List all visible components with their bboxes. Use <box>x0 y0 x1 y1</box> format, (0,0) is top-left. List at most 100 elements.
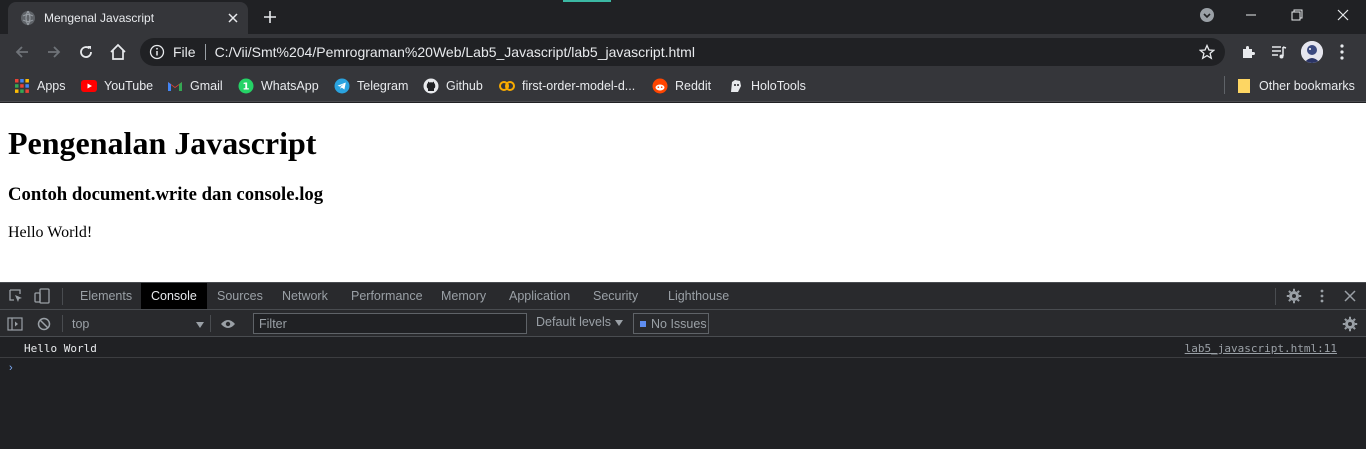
bookmark-apps[interactable]: Apps <box>14 74 66 98</box>
bookmark-label: Gmail <box>190 79 223 93</box>
address-bar[interactable]: File C:/Vii/Smt%204/Pemrograman%20Web/La… <box>140 38 1225 66</box>
tab-sources[interactable]: Sources <box>207 283 273 309</box>
devtools-tab-bar: Elements Console Sources Network Perform… <box>0 283 1366 310</box>
window-drag-indicator <box>563 0 611 2</box>
bookmark-star-icon[interactable] <box>1195 40 1219 64</box>
other-bookmarks-folder[interactable]: Other bookmarks <box>1236 74 1355 98</box>
console-divider <box>62 315 63 332</box>
youtube-icon <box>81 78 97 94</box>
issues-icon <box>640 320 646 327</box>
chevron-down-icon <box>615 315 624 329</box>
tab-elements[interactable]: Elements <box>70 283 142 309</box>
devtools-divider <box>1275 288 1276 305</box>
bookmark-youtube[interactable]: YouTube <box>81 74 153 98</box>
console-toolbar: top Filter Default levels No Issues <box>0 310 1366 337</box>
devtools-menu-icon[interactable] <box>1313 287 1331 305</box>
bookmark-gmail[interactable]: Gmail <box>167 74 223 98</box>
execution-context-value: top <box>72 317 90 331</box>
device-toolbar-icon[interactable] <box>33 287 51 305</box>
omnibox-divider <box>204 44 206 60</box>
page-heading: Pengenalan Javascript <box>8 125 317 161</box>
bookmark-whatsapp[interactable]: 1 WhatsApp <box>238 74 319 98</box>
tab-security[interactable]: Security <box>583 283 648 309</box>
log-levels-dropdown[interactable]: Default levels <box>536 315 624 329</box>
new-tab-button[interactable] <box>258 6 282 28</box>
console-message: Hello World lab5_javascript.html:11 <box>0 339 1366 358</box>
clear-console-icon[interactable] <box>35 315 53 333</box>
bookmark-label: YouTube <box>104 79 154 93</box>
tab-performance[interactable]: Performance <box>341 283 433 309</box>
log-levels-label: Default levels <box>536 315 612 329</box>
settings-gear-icon[interactable] <box>1285 287 1303 305</box>
issues-counter-button[interactable]: No Issues <box>633 313 709 334</box>
browser-toolbar: File C:/Vii/Smt%204/Pemrograman%20Web/La… <box>0 34 1366 70</box>
extensions-icon[interactable] <box>1234 38 1262 66</box>
info-icon[interactable] <box>149 44 165 60</box>
bookmark-label: first-order-model-d... <box>522 79 636 93</box>
tab-application[interactable]: Application <box>499 283 580 309</box>
console-source-link[interactable]: lab5_javascript.html:11 <box>1185 342 1337 355</box>
show-sidebar-icon[interactable] <box>6 315 24 333</box>
close-devtools-icon[interactable] <box>1341 287 1359 305</box>
bookmark-label: HoloTools <box>751 79 806 93</box>
bookmark-label: WhatsApp <box>261 79 319 93</box>
apps-grid-icon <box>14 78 30 94</box>
console-prompt-chevron-icon: › <box>9 362 13 374</box>
close-tab-icon[interactable] <box>224 9 242 27</box>
bookmarks-bar: Apps YouTube Gmail 1 WhatsApp Telegram G… <box>0 70 1366 102</box>
page-paragraph: Hello World! <box>8 224 93 241</box>
bookmarks-divider <box>1224 76 1225 94</box>
tab-lighthouse[interactable]: Lighthouse <box>658 283 739 309</box>
bookmark-label: Telegram <box>357 79 409 93</box>
filter-placeholder: Filter <box>259 316 287 331</box>
execution-context-select[interactable]: top <box>72 315 204 333</box>
bookmark-label: Apps <box>37 79 66 93</box>
bookmark-label: Reddit <box>675 79 712 93</box>
gmail-icon <box>167 78 183 94</box>
folder-icon <box>1236 78 1252 94</box>
other-bookmarks-label: Other bookmarks <box>1259 79 1355 93</box>
console-input[interactable] <box>24 360 1344 378</box>
restore-button[interactable] <box>1274 0 1320 30</box>
page-subheading: Contoh document.write dan console.log <box>8 184 324 205</box>
tab-console[interactable]: Console <box>141 283 207 309</box>
reddit-icon <box>652 78 668 94</box>
back-button[interactable] <box>8 38 36 66</box>
url-text[interactable]: C:/Vii/Smt%204/Pemrograman%20Web/Lab5_Ja… <box>215 44 1195 60</box>
tab-network[interactable]: Network <box>272 283 338 309</box>
chrome-menu-icon[interactable] <box>1328 38 1356 66</box>
reload-button[interactable] <box>72 38 100 66</box>
minimize-button[interactable] <box>1228 0 1274 30</box>
console-message-text: Hello World <box>24 342 97 355</box>
telegram-icon <box>334 78 350 94</box>
holotools-icon <box>728 78 744 94</box>
devtools-divider <box>62 288 63 305</box>
bookmark-telegram[interactable]: Telegram <box>334 74 408 98</box>
tab-search-button[interactable] <box>1184 0 1230 30</box>
inspect-element-icon[interactable] <box>7 287 25 305</box>
bookmark-first-order-model[interactable]: first-order-model-d... <box>499 74 635 98</box>
console-settings-gear-icon[interactable] <box>1341 315 1359 333</box>
globe-icon <box>20 10 36 26</box>
chevron-down-icon <box>196 317 204 331</box>
browser-tab-active[interactable]: Mengenal Javascript <box>8 2 248 34</box>
console-divider <box>210 315 211 332</box>
live-expression-eye-icon[interactable] <box>219 315 237 333</box>
bookmark-label: Github <box>446 79 483 93</box>
bookmark-github[interactable]: Github <box>423 74 483 98</box>
forward-button[interactable] <box>40 38 68 66</box>
whatsapp-icon: 1 <box>238 78 254 94</box>
home-button[interactable] <box>104 38 132 66</box>
tab-strip: Mengenal Javascript <box>0 0 1366 34</box>
tab-memory[interactable]: Memory <box>431 283 496 309</box>
colab-icon <box>499 78 515 94</box>
tab-title: Mengenal Javascript <box>44 11 155 25</box>
close-window-button[interactable] <box>1320 0 1366 30</box>
bookmark-reddit[interactable]: Reddit <box>652 74 711 98</box>
profile-avatar[interactable] <box>1301 41 1323 63</box>
media-control-icon[interactable] <box>1265 38 1293 66</box>
console-filter-input[interactable]: Filter <box>253 313 527 334</box>
bookmark-holotools[interactable]: HoloTools <box>728 74 806 98</box>
svg-text:1: 1 <box>243 82 250 93</box>
github-icon <box>423 78 439 94</box>
